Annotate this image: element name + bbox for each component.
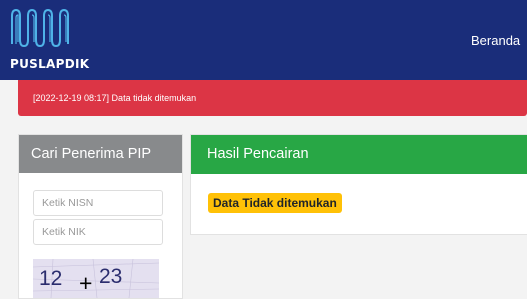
status-badge: Data Tidak ditemukan: [208, 193, 342, 213]
nisn-input[interactable]: [33, 190, 163, 216]
nav-link-home[interactable]: Beranda: [471, 33, 520, 48]
captcha-image: 12 + 23: [33, 259, 159, 298]
navbar: PUSLAPDIK Beranda: [0, 0, 527, 80]
nik-input[interactable]: [33, 219, 163, 245]
search-card-title: Cari Penerima PIP: [19, 135, 182, 173]
alert-message: [2022-12-19 08:17] Data tidak ditemukan: [33, 93, 197, 103]
captcha-right: 23: [99, 265, 122, 288]
captcha-operator: +: [79, 270, 92, 296]
result-card-title: Hasil Pencairan: [191, 135, 527, 174]
error-alert: [2022-12-19 08:17] Data tidak ditemukan: [18, 80, 527, 116]
captcha-left: 12: [39, 267, 62, 290]
search-card: Cari Penerima PIP 12 + 23: [18, 134, 183, 299]
brand-name: PUSLAPDIK: [10, 57, 90, 71]
result-card: Hasil Pencairan Data Tidak ditemukan: [190, 134, 527, 235]
